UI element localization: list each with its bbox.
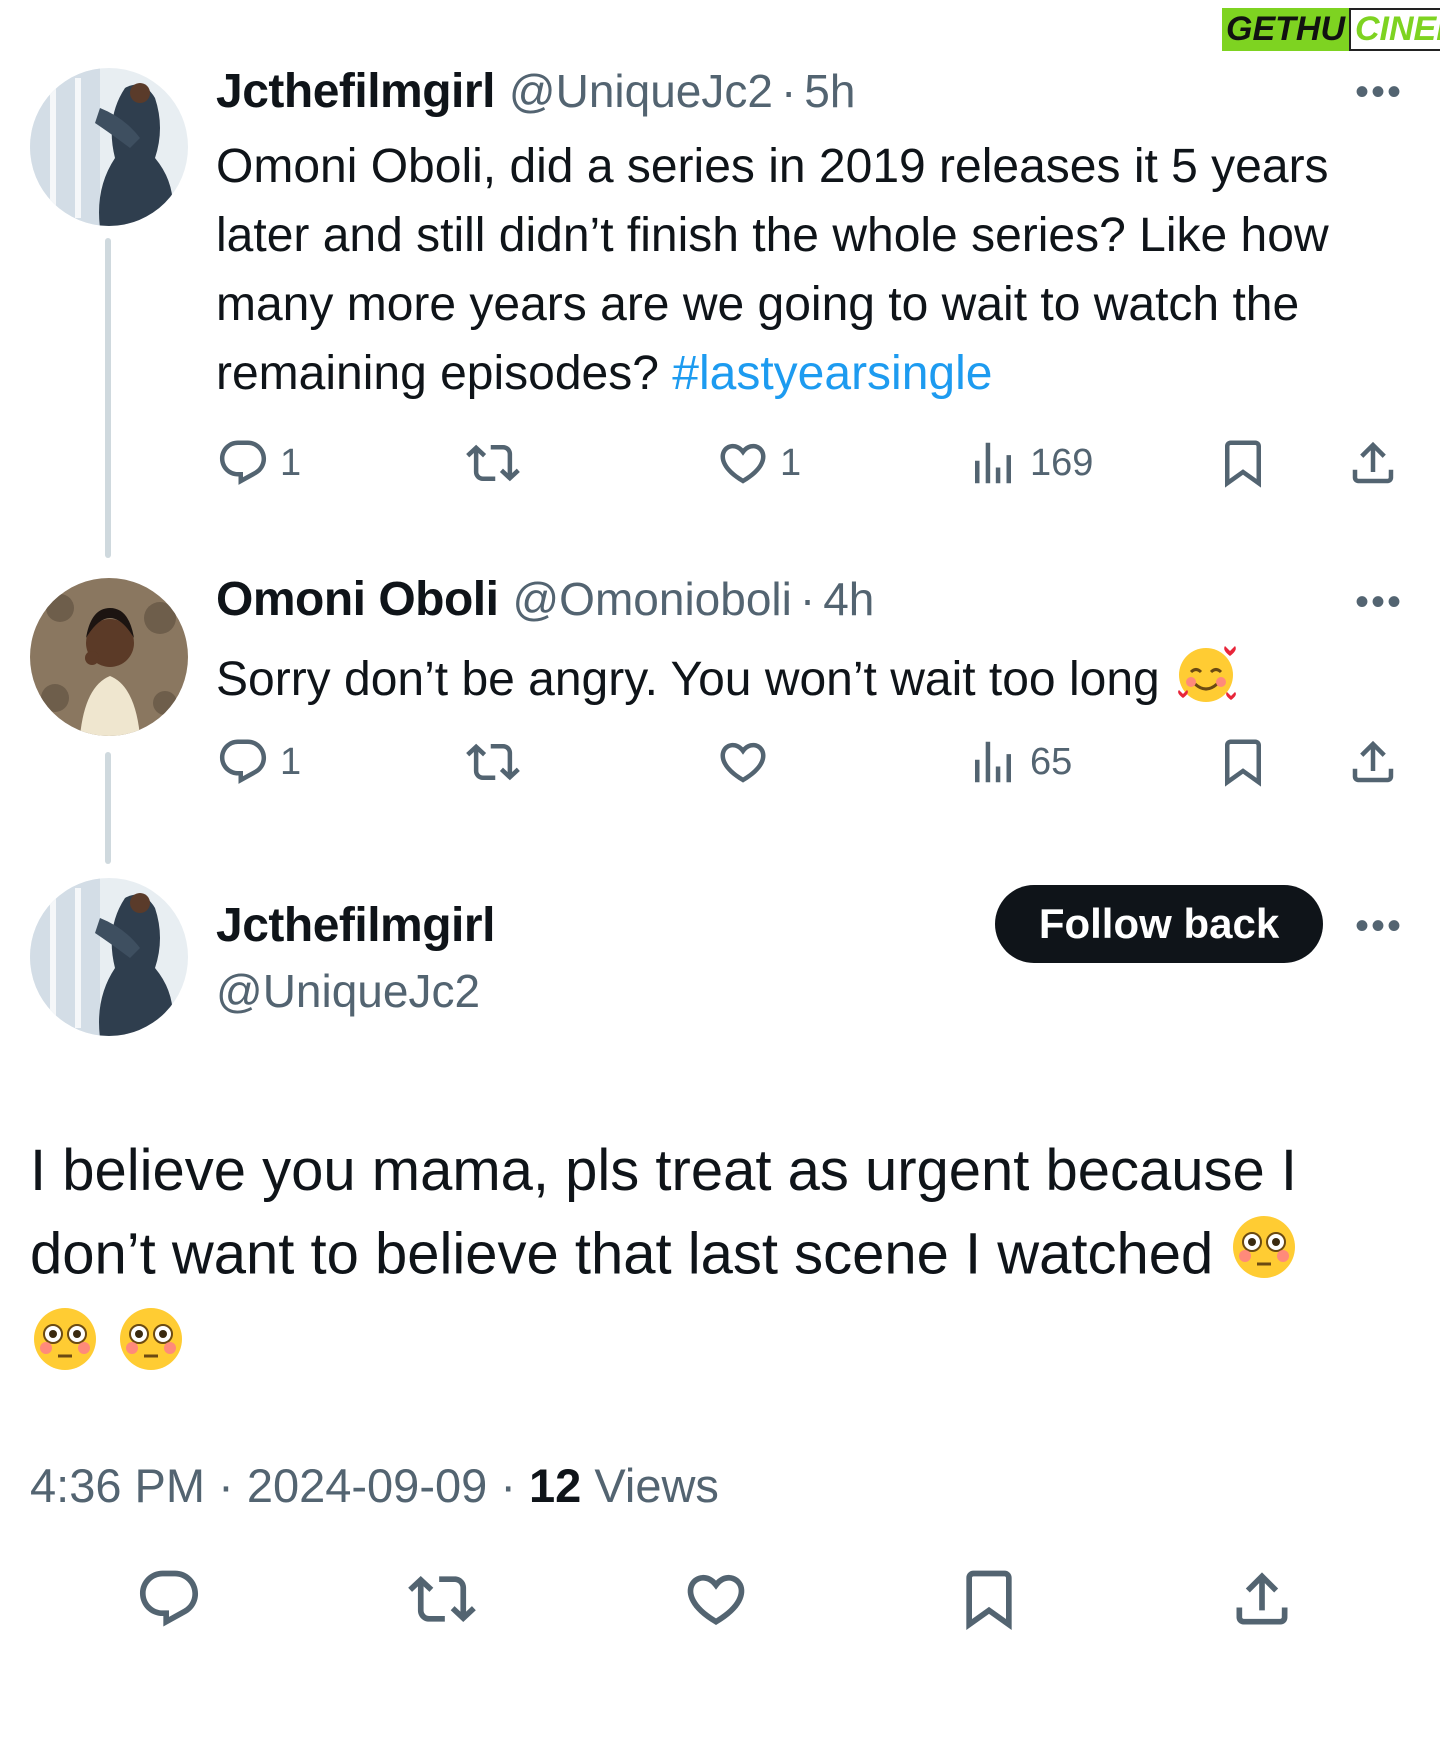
- like-button[interactable]: 1: [716, 436, 801, 490]
- author-handle[interactable]: @UniqueJc2: [509, 64, 773, 118]
- tweet-body: I believe you mama, pls treat as urgent …: [30, 1138, 1298, 1287]
- views-icon: [966, 436, 1020, 490]
- author-handle[interactable]: @Omonioboli: [512, 572, 791, 626]
- reply-icon: [216, 735, 270, 789]
- avatar-jcthefilmgirl[interactable]: [30, 878, 188, 1036]
- tweet3-meta: 4:36 PM · 2024-09-09 · 12 Views: [30, 1458, 719, 1513]
- reply-button[interactable]: 1: [216, 735, 301, 789]
- reply-count: 1: [280, 740, 302, 783]
- reply-count: 1: [280, 441, 302, 484]
- share-button[interactable]: [1346, 735, 1400, 789]
- like-icon: [682, 1565, 750, 1633]
- watermark-part2: CINEMA: [1349, 8, 1440, 51]
- views-icon: [966, 735, 1020, 789]
- bookmark-icon: [955, 1565, 1023, 1633]
- separator: ·: [799, 573, 816, 625]
- author-name[interactable]: Jcthefilmgirl: [216, 64, 495, 119]
- smiling-hearts-emoji: [1173, 640, 1239, 725]
- views-label: Views: [594, 1459, 719, 1512]
- bookmark-button[interactable]: [1216, 436, 1270, 490]
- share-icon: [1346, 436, 1400, 490]
- author-name[interactable]: Omoni Oboli: [216, 572, 499, 627]
- retweet-icon: [408, 1565, 476, 1633]
- flushed-face-emoji: [1229, 1212, 1299, 1304]
- tweet3-text: I believe you mama, pls treat as urgent …: [30, 1130, 1415, 1396]
- timestamp[interactable]: 4h: [823, 572, 874, 626]
- reply-icon: [135, 1565, 203, 1633]
- tweet1-text: Omoni Oboli, did a series in 2019 releas…: [216, 132, 1411, 408]
- tweet2-text: Sorry don’t be angry. You won’t wait too…: [216, 640, 1411, 725]
- retweet-button[interactable]: [408, 1565, 476, 1638]
- reply-button[interactable]: [135, 1565, 203, 1638]
- like-icon: [716, 735, 770, 789]
- timestamp[interactable]: 5h: [804, 64, 855, 118]
- like-icon: [716, 436, 770, 490]
- avatar-omonioboli[interactable]: [30, 578, 188, 736]
- author-name[interactable]: Jcthefilmgirl: [216, 898, 495, 953]
- separator: ·: [500, 1459, 516, 1512]
- retweet-icon: [466, 735, 520, 789]
- tweet-body: Sorry don’t be angry. You won’t wait too…: [216, 653, 1174, 707]
- watermark-part1: GETHU: [1222, 8, 1349, 51]
- views-count: 169: [1030, 441, 1094, 484]
- post-time[interactable]: 4:36 PM: [30, 1459, 205, 1512]
- bookmark-button[interactable]: [955, 1565, 1023, 1638]
- flushed-face-emoji: [116, 1304, 186, 1396]
- tweet2-actions: 1 65: [216, 735, 1406, 795]
- views-button[interactable]: 169: [966, 436, 1093, 490]
- hashtag-link[interactable]: #lastyearsingle: [672, 347, 992, 400]
- watermark-logo: GETHU CINEMA: [1222, 8, 1440, 51]
- reply-button[interactable]: 1: [216, 436, 301, 490]
- retweet-button[interactable]: [466, 735, 520, 789]
- views-count: 65: [1030, 740, 1073, 783]
- separator: ·: [780, 65, 797, 117]
- bookmark-button[interactable]: [1216, 735, 1270, 789]
- retweet-icon: [466, 436, 520, 490]
- like-button[interactable]: [716, 735, 770, 789]
- share-button[interactable]: [1346, 436, 1400, 490]
- reply-icon: [216, 436, 270, 490]
- tweet1-actions: 1 1 169: [216, 436, 1406, 496]
- more-icon[interactable]: •••: [1355, 906, 1403, 946]
- separator: ·: [218, 1459, 234, 1512]
- tweet3-actions: [135, 1565, 1315, 1635]
- share-icon: [1228, 1565, 1296, 1633]
- thread-line: [105, 752, 111, 864]
- author-handle[interactable]: @UniqueJc2: [216, 964, 480, 1018]
- retweet-button[interactable]: [466, 436, 520, 490]
- share-icon: [1346, 735, 1400, 789]
- tweet2-header: Omoni Oboli @Omonioboli · 4h: [216, 572, 874, 627]
- more-icon[interactable]: •••: [1355, 72, 1403, 112]
- flushed-face-emoji: [30, 1304, 100, 1396]
- views-button[interactable]: 65: [966, 735, 1072, 789]
- views-number: 12: [529, 1459, 582, 1512]
- post-date[interactable]: 2024-09-09: [247, 1459, 487, 1512]
- avatar-jcthefilmgirl[interactable]: [30, 68, 188, 226]
- more-icon[interactable]: •••: [1355, 582, 1403, 622]
- share-button[interactable]: [1228, 1565, 1296, 1638]
- thread-line: [105, 238, 111, 558]
- like-count: 1: [780, 441, 802, 484]
- follow-back-button[interactable]: Follow back: [995, 885, 1323, 963]
- like-button[interactable]: [682, 1565, 750, 1638]
- bookmark-icon: [1216, 735, 1270, 789]
- tweet1-header: Jcthefilmgirl @UniqueJc2 · 5h: [216, 64, 855, 119]
- bookmark-icon: [1216, 436, 1270, 490]
